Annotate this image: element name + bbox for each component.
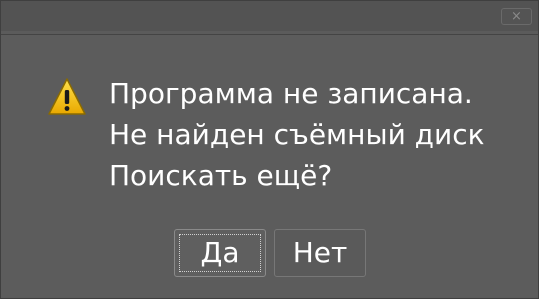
title-bar[interactable]: × — [1, 1, 538, 31]
warning-icon — [48, 78, 86, 115]
dialog-window: × Программа не записана. Не найден съёмн… — [0, 0, 539, 299]
yes-button[interactable]: Да — [174, 229, 266, 277]
message-line: Поискать ещё? — [109, 159, 333, 192]
message-line: Программа не записана. — [109, 77, 473, 110]
focus-rectangle — [179, 234, 261, 272]
close-icon: × — [511, 9, 522, 24]
dialog-content: Программа не записана. Не найден съёмный… — [1, 34, 538, 297]
no-button[interactable]: Нет — [274, 229, 366, 277]
message-text: Программа не записана. Не найден съёмный… — [109, 73, 485, 196]
close-button[interactable]: × — [501, 8, 532, 25]
no-button-label: Нет — [292, 236, 348, 269]
message-line: Не найден съёмный диск — [109, 118, 485, 151]
